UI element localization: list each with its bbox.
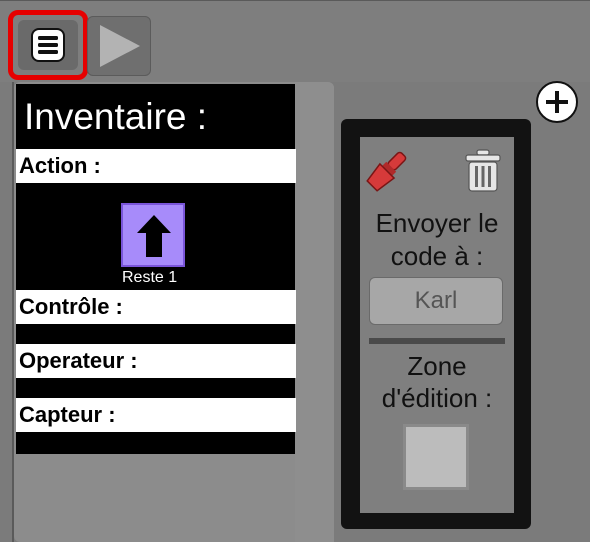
play-icon <box>100 25 140 67</box>
list-icon <box>31 28 65 62</box>
section-action: Action : <box>16 149 296 183</box>
action-block-tile[interactable] <box>121 203 185 267</box>
menu-button-inner[interactable] <box>18 20 78 70</box>
section-controle: Contrôle : <box>16 290 296 324</box>
menu-button[interactable] <box>8 10 88 80</box>
add-button[interactable] <box>536 81 578 123</box>
inventory-panel: Inventaire : Action : Reste 1 Contrôle :… <box>14 82 334 542</box>
edit-zone-label: Zone d'édition : <box>381 351 493 413</box>
panel-separator <box>369 338 505 344</box>
section-operateur: Operateur : <box>16 344 296 378</box>
play-button[interactable] <box>87 16 151 76</box>
edit-drop-zone[interactable] <box>403 424 469 490</box>
paintbrush-icon[interactable] <box>364 148 410 194</box>
block-remaining-count: Reste 1 <box>122 269 178 286</box>
arrow-up-icon <box>137 215 171 257</box>
send-code-label: Envoyer le code à : <box>375 208 499 271</box>
section-capteur: Capteur : <box>16 398 296 432</box>
inventory-content: Inventaire : Action : Reste 1 Contrôle :… <box>16 84 296 454</box>
trash-icon[interactable] <box>464 149 502 193</box>
inventory-scroll-gutter[interactable] <box>295 82 334 542</box>
target-robot-selector[interactable]: Karl <box>369 277 503 325</box>
plus-circle-icon <box>546 91 568 113</box>
inventory-title: Inventaire : <box>24 96 208 137</box>
